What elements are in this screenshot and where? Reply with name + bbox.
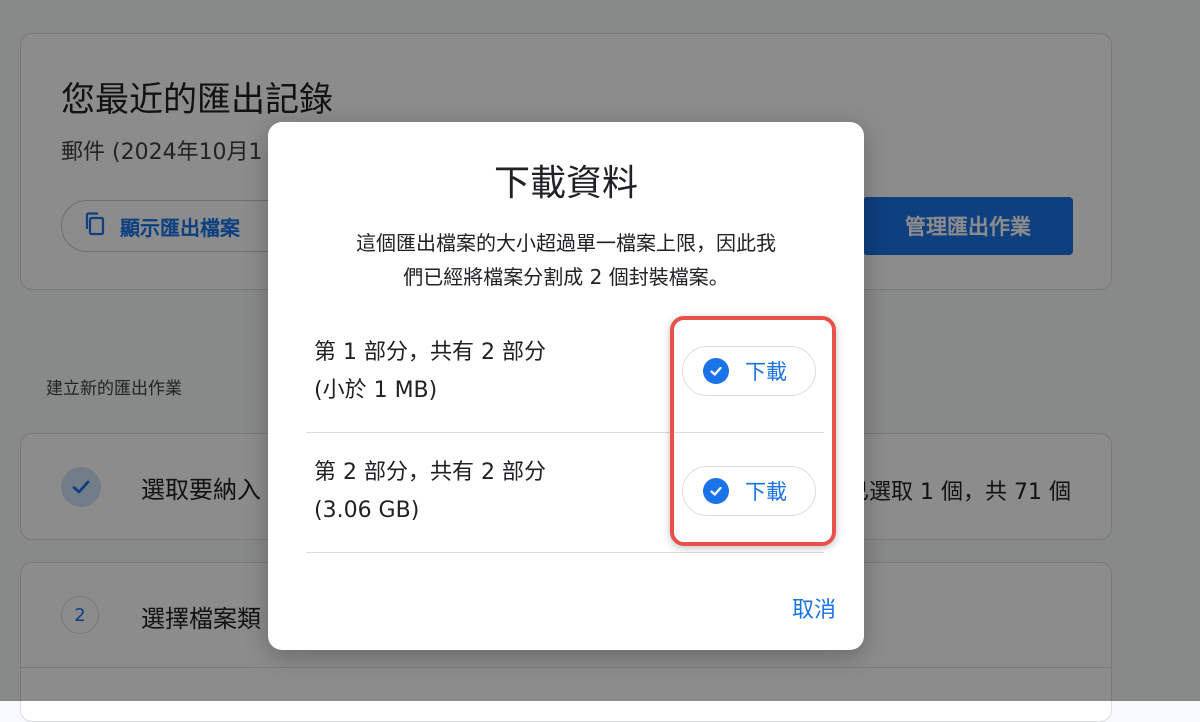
dialog-title: 下載資料 [493, 163, 638, 204]
cancel-button[interactable]: 取消 [792, 592, 836, 624]
highlight-annotation [670, 316, 836, 546]
dialog-description: 這個匯出檔案的大小超過單一檔案上限，因此我 們已經將檔案分割成 2 個封裝檔案。 [308, 226, 824, 294]
part-name: 第 1 部分，共有 2 部分 [314, 340, 546, 365]
part-size: (小於 1 MB) [314, 378, 438, 403]
part-name: 第 2 部分，共有 2 部分 [314, 460, 546, 485]
dialog-description-line1: 這個匯出檔案的大小超過單一檔案上限，因此我 [356, 231, 776, 255]
dialog-description-line2: 們已經將檔案分割成 2 個封裝檔案。 [403, 265, 729, 289]
part-size: (3.06 GB) [314, 498, 420, 523]
